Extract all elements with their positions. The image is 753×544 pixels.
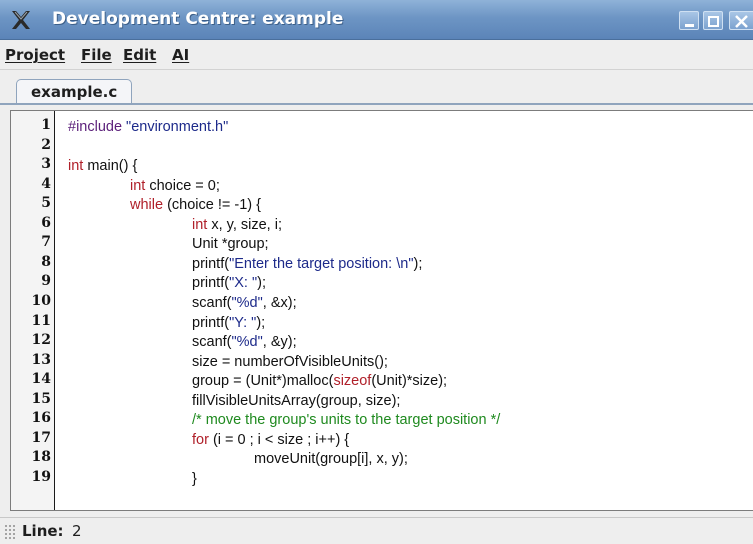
code-token: printf( bbox=[192, 314, 230, 331]
line-number: 6 bbox=[41, 214, 51, 231]
line-number: 2 bbox=[41, 136, 51, 153]
preprocessor-token: #include bbox=[68, 119, 127, 135]
code-token: (Unit)*size); bbox=[371, 373, 448, 390]
keyword-token: int bbox=[130, 177, 146, 194]
code-token: choice = 0; bbox=[145, 177, 220, 194]
code-token: scanf( bbox=[192, 334, 232, 351]
keyword-token: int bbox=[192, 216, 208, 233]
code-token: scanf( bbox=[192, 294, 232, 311]
keyword-token: while bbox=[130, 197, 164, 214]
maximize-button[interactable] bbox=[703, 11, 723, 30]
code-token: group = (Unit*)malloc( bbox=[192, 373, 334, 390]
menu-bar: Project File Edit AI bbox=[0, 40, 753, 70]
resize-grip-icon[interactable] bbox=[4, 524, 16, 539]
line-number: 11 bbox=[31, 312, 51, 329]
menu-project[interactable]: Project bbox=[5, 46, 65, 64]
code-line: for (i = 0 ; i < size ; i++) { bbox=[192, 431, 349, 449]
line-number: 19 bbox=[31, 468, 51, 485]
line-number: 1 bbox=[41, 117, 51, 133]
code-line: group = (Unit*)malloc(sizeof(Unit)*size)… bbox=[192, 372, 447, 390]
line-number: 9 bbox=[41, 273, 51, 290]
code-line: moveUnit(group[i], x, y); bbox=[254, 450, 408, 468]
tab-label: example.c bbox=[31, 83, 118, 101]
keyword-token: sizeof bbox=[333, 373, 372, 390]
code-token: printf( bbox=[192, 255, 230, 272]
status-line-label: Line: bbox=[22, 522, 64, 540]
line-number-gutter: 1 2 3 4 5 6 7 8 9 10 11 12 13 14 15 16 17 18 19 bbox=[11, 111, 55, 510]
status-bar: Line: 2 bbox=[0, 517, 753, 544]
code-line: int choice = 0; bbox=[130, 177, 220, 195]
tab-strip: example.c bbox=[0, 70, 753, 105]
string-token: "environment.h" bbox=[126, 119, 229, 135]
code-token: x, y, size, i; bbox=[207, 216, 282, 233]
line-number: 14 bbox=[31, 371, 51, 388]
code-line: int x, y, size, i; bbox=[192, 216, 282, 234]
maximize-icon bbox=[708, 16, 719, 27]
code-token: ); bbox=[413, 255, 423, 272]
menu-edit[interactable]: Edit bbox=[123, 46, 156, 64]
code-token: ); bbox=[257, 275, 266, 292]
code-token: printf( bbox=[192, 275, 230, 292]
code-line: size = numberOfVisibleUnits(); bbox=[192, 353, 388, 371]
line-number: 10 bbox=[31, 292, 51, 309]
menu-file[interactable]: File bbox=[81, 46, 112, 64]
code-line: #include "environment.h" bbox=[68, 118, 228, 136]
line-number: 13 bbox=[31, 351, 51, 368]
string-token: "Y: " bbox=[229, 314, 257, 331]
code-token: (choice != -1) { bbox=[163, 197, 261, 214]
comment-token: /* move the group's units to the target … bbox=[192, 412, 501, 429]
code-line: while (choice != -1) { bbox=[130, 196, 261, 214]
code-line: printf("Y: "); bbox=[192, 314, 265, 332]
menu-ai[interactable]: AI bbox=[172, 46, 189, 64]
string-token: "%d" bbox=[231, 294, 263, 311]
code-line: printf("X: "); bbox=[192, 274, 266, 292]
code-line: fillVisibleUnitsArray(group, size); bbox=[192, 392, 400, 410]
tab-divider bbox=[0, 103, 753, 105]
close-icon bbox=[735, 15, 748, 28]
code-line: Unit *group; bbox=[192, 235, 269, 253]
close-button[interactable] bbox=[729, 11, 753, 30]
code-token: } bbox=[192, 470, 197, 487]
tab-example-c[interactable]: example.c bbox=[16, 79, 132, 105]
status-line-value: 2 bbox=[72, 522, 82, 540]
code-line: scanf("%d", &y); bbox=[192, 333, 297, 351]
line-number: 5 bbox=[41, 195, 51, 212]
string-token: "Enter the target position: \n" bbox=[229, 255, 414, 272]
line-number: 12 bbox=[31, 332, 51, 349]
code-editor[interactable]: 1 2 3 4 5 6 7 8 9 10 11 12 13 14 15 16 17 18 19 #include "… bbox=[10, 110, 753, 511]
app-window: Development Centre: example Project File… bbox=[0, 0, 753, 544]
line-number: 16 bbox=[31, 410, 51, 427]
line-number: 7 bbox=[41, 234, 51, 251]
minimize-icon bbox=[685, 24, 694, 27]
code-token: , &y); bbox=[262, 334, 297, 351]
code-line: scanf("%d", &x); bbox=[192, 294, 297, 312]
code-token: , &x); bbox=[262, 294, 297, 311]
code-line: /* move the group's units to the target … bbox=[192, 411, 500, 429]
line-number: 17 bbox=[31, 429, 51, 446]
string-token: "X: " bbox=[229, 275, 258, 292]
code-token: size = numberOfVisibleUnits(); bbox=[192, 353, 388, 370]
line-number: 8 bbox=[41, 253, 51, 270]
code-token: main() { bbox=[83, 158, 138, 175]
x-cross-icon[interactable] bbox=[10, 9, 32, 31]
window-title: Development Centre: example bbox=[52, 9, 344, 29]
keyword-token: for bbox=[192, 431, 209, 448]
string-token: "%d" bbox=[231, 334, 263, 351]
keyword-token: int bbox=[68, 158, 84, 175]
code-token: fillVisibleUnitsArray(group, size); bbox=[192, 392, 401, 409]
code-token: Unit *group; bbox=[192, 236, 269, 253]
line-number: 15 bbox=[31, 390, 51, 407]
line-number: 3 bbox=[41, 156, 51, 173]
code-token: (i = 0 ; i < size ; i++) { bbox=[208, 431, 350, 448]
code-token: moveUnit(group[i], x, y); bbox=[254, 451, 408, 468]
line-number: 18 bbox=[31, 449, 51, 466]
code-token: ); bbox=[256, 314, 266, 331]
title-bar[interactable]: Development Centre: example bbox=[0, 0, 753, 40]
code-line: int main() { bbox=[68, 157, 137, 175]
code-line: printf("Enter the target position: \n"); bbox=[192, 255, 422, 273]
line-number: 4 bbox=[41, 175, 51, 192]
code-line: } bbox=[192, 470, 197, 488]
minimize-button[interactable] bbox=[679, 11, 699, 30]
